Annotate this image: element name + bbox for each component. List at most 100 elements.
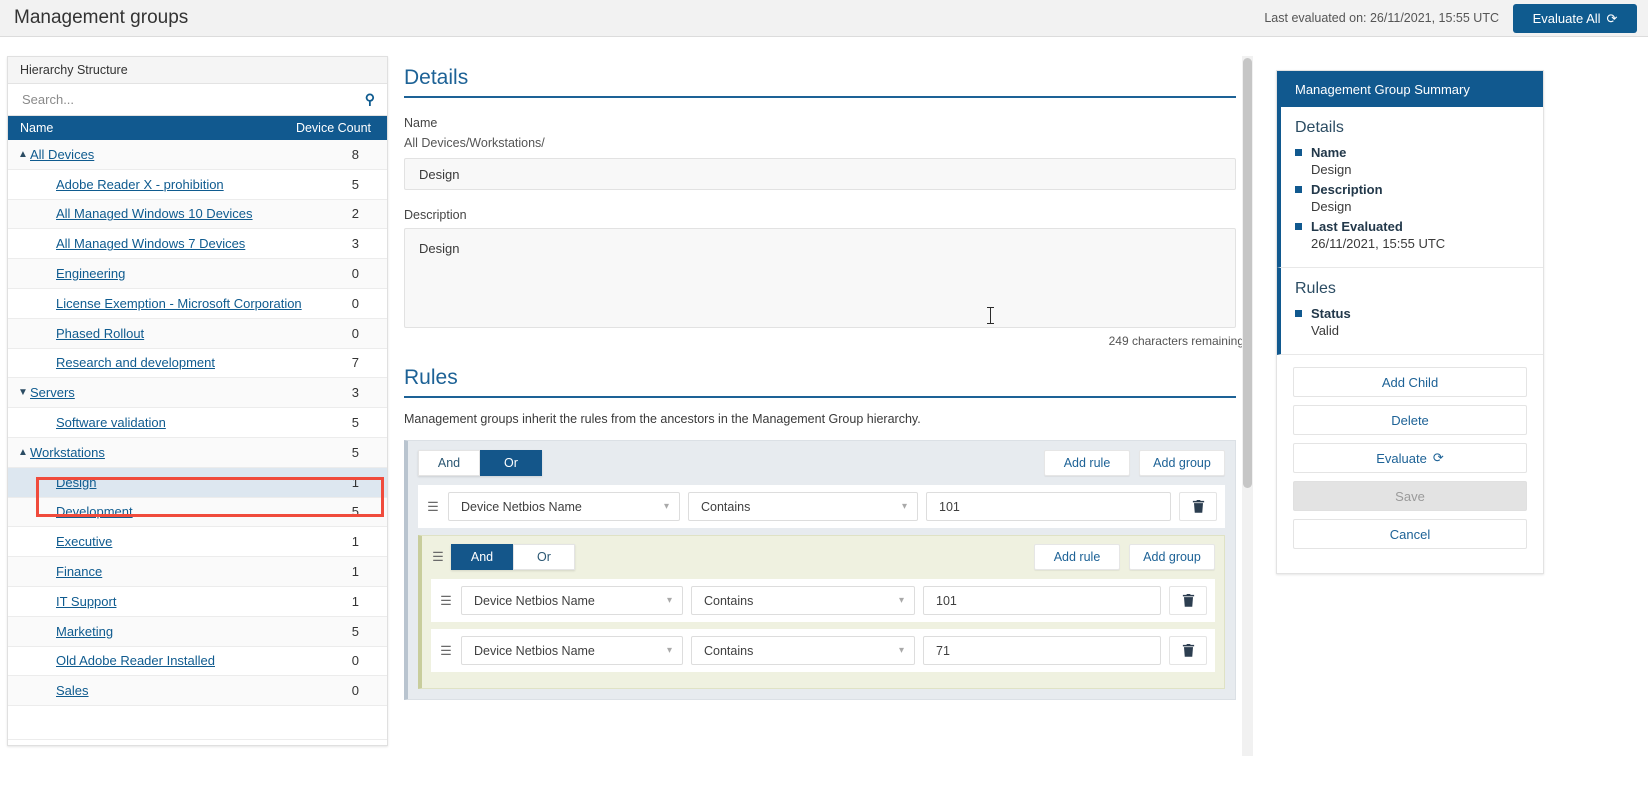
summary-rule-item-key-row: Status [1295, 306, 1543, 321]
rule-operator-select[interactable]: Contains ▾ [691, 586, 915, 615]
tree-row-label[interactable]: Software validation [56, 415, 166, 430]
tree-row-label[interactable]: Finance [56, 564, 102, 579]
outer-and-button[interactable]: And [418, 450, 480, 476]
summary-detail-item-key: Name [1311, 145, 1347, 160]
rule-operator-value: Contains [704, 643, 754, 658]
rule-field-value: Device Netbios Name [474, 643, 595, 658]
description-textarea[interactable]: Design [404, 228, 1236, 328]
tree-row-label[interactable]: Phased Rollout [56, 326, 144, 341]
center-content: Details Name All Devices/Workstations/ D… [396, 56, 1252, 756]
search-icon[interactable]: ⚲ [365, 91, 375, 108]
evaluate-button[interactable]: Evaluate ⟳ [1293, 443, 1527, 473]
tree-row-device-count: 7 [351, 355, 359, 371]
chevron-down-icon[interactable]: ▼ [16, 387, 30, 398]
tree-row-label[interactable]: Engineering [56, 266, 125, 281]
tree-row[interactable]: ▲Sales0 [8, 676, 387, 707]
tree-row-label[interactable]: Servers [30, 385, 75, 400]
outer-add-rule-button[interactable]: Add rule [1044, 450, 1130, 476]
rule-delete-button[interactable] [1169, 586, 1207, 615]
outer-or-button[interactable]: Or [480, 450, 542, 476]
inner-group-toolbar: ☰ And Or Add rule Add group [431, 543, 1215, 571]
summary-detail-item: Description Design [1295, 182, 1543, 214]
rule-drag-handle[interactable]: ☰ [439, 593, 453, 609]
tree-row-label[interactable]: Design [56, 475, 96, 490]
name-label: Name [404, 116, 438, 130]
button-label: Evaluate [1376, 450, 1427, 466]
rule-drag-handle[interactable]: ☰ [426, 499, 440, 515]
rule-value-input[interactable]: 101 [926, 492, 1171, 521]
inner-or-button[interactable]: Or [513, 544, 575, 570]
tree-row-label[interactable]: Workstations [30, 445, 105, 460]
rule-field-select[interactable]: Device Netbios Name ▾ [461, 636, 683, 665]
tree-row-label[interactable]: Executive [56, 534, 112, 549]
rule-value-input[interactable]: 101 [923, 586, 1161, 615]
outer-add-group-button[interactable]: Add group [1139, 450, 1225, 476]
search-input[interactable] [20, 91, 365, 108]
tree-row-label[interactable]: Old Adobe Reader Installed [56, 653, 215, 668]
tree-row-label[interactable]: Development [56, 504, 133, 519]
tree-row[interactable]: ▲Development5 [8, 497, 387, 528]
rule-operator-select[interactable]: Contains ▾ [688, 492, 918, 521]
rule-delete-button[interactable] [1169, 636, 1207, 665]
add-child-button[interactable]: Add Child [1293, 367, 1527, 397]
tree-row-label[interactable]: Sales [56, 683, 89, 698]
tree-row-label[interactable]: All Managed Windows 7 Devices [56, 236, 245, 251]
tree-row[interactable]: ▲Executive1 [8, 527, 387, 558]
tree-row[interactable]: ▲ Workstations 5 [8, 437, 387, 468]
tree-row-device-count: 0 [351, 266, 359, 282]
tree-row[interactable]: ▲Engineering0 [8, 259, 387, 289]
rule-field-select[interactable]: Device Netbios Name ▾ [448, 492, 680, 521]
tree-row[interactable]: ▲Software validation5 [8, 408, 387, 438]
tree-row[interactable]: ▲Finance1 [8, 557, 387, 587]
summary-detail-item-key-row: Last Evaluated [1295, 219, 1543, 234]
tree-row[interactable]: ▲All Managed Windows 10 Devices2 [8, 199, 387, 230]
center-scrollbar-thumb[interactable] [1243, 58, 1252, 488]
tree-row-label[interactable]: All Devices [30, 147, 94, 162]
tree-row[interactable]: ▲Design1 [8, 467, 387, 498]
center-scrollbar[interactable] [1242, 56, 1253, 756]
rules-note: Management groups inherit the rules from… [404, 412, 921, 426]
evaluate-all-button[interactable]: Evaluate All ⟳ [1513, 3, 1637, 33]
tree-row-device-count: 1 [351, 474, 359, 490]
tree-row[interactable]: ▲Phased Rollout0 [8, 318, 387, 349]
query-builder-outer-group: And Or Add rule Add group ☰ Device Netbio… [404, 440, 1236, 700]
inner-and-button[interactable]: And [451, 544, 513, 570]
outer-group-logic-toggle: And Or [418, 450, 542, 476]
chevron-down-icon: ▾ [666, 645, 672, 656]
tree-row[interactable]: ▲All Managed Windows 7 Devices3 [8, 229, 387, 260]
tree-row-label[interactable]: Adobe Reader X - prohibition [56, 177, 224, 192]
summary-details-heading: Details [1295, 119, 1344, 136]
rule-delete-button[interactable] [1179, 492, 1217, 521]
chevron-down-icon: ▾ [898, 645, 904, 656]
tree-row-device-count: 2 [351, 206, 359, 222]
inner-add-rule-button[interactable]: Add rule [1034, 544, 1120, 570]
chevron-up-icon[interactable]: ▲ [16, 447, 30, 458]
tree-row-label[interactable]: License Exemption - Microsoft Corporatio… [56, 296, 302, 311]
summary-detail-item-key-row: Description [1295, 182, 1543, 197]
inner-add-group-button[interactable]: Add group [1129, 544, 1215, 570]
rule-row: ☰ Device Netbios Name ▾ Contains ▾ 101 [431, 579, 1215, 622]
rule-value-input[interactable]: 71 [923, 636, 1161, 665]
rule-drag-handle[interactable]: ☰ [439, 643, 453, 659]
tree-row[interactable]: ▼ Servers 3 [8, 378, 387, 409]
name-input[interactable]: Design [404, 158, 1236, 190]
tree-row[interactable]: ▲IT Support1 [8, 587, 387, 617]
tree-row-label[interactable]: Marketing [56, 624, 113, 639]
rule-operator-select[interactable]: Contains ▾ [691, 636, 915, 665]
tree-row[interactable]: ▲Old Adobe Reader Installed0 [8, 647, 387, 677]
tree-row[interactable]: ▲Marketing5 [8, 616, 387, 647]
tree-row-label[interactable]: All Managed Windows 10 Devices [56, 206, 253, 221]
tree-row[interactable]: ▲Research and development7 [8, 349, 387, 379]
tree-row-label[interactable]: IT Support [56, 594, 116, 609]
tree-row-label[interactable]: Research and development [56, 355, 215, 370]
chevron-up-icon[interactable]: ▲ [16, 149, 30, 160]
delete-button[interactable]: Delete [1293, 405, 1527, 435]
cancel-button[interactable]: Cancel [1293, 519, 1527, 549]
tree-row[interactable]: ▲License Exemption - Microsoft Corporati… [8, 289, 387, 319]
tree-row[interactable]: ▲ All Devices 8 [8, 140, 387, 170]
rule-field-select[interactable]: Device Netbios Name ▾ [461, 586, 683, 615]
hierarchy-panel-title: Hierarchy Structure [8, 57, 387, 84]
inner-group-drag-handle[interactable]: ☰ [431, 549, 445, 565]
bullet-icon [1295, 223, 1302, 230]
tree-row[interactable]: ▲Adobe Reader X - prohibition5 [8, 170, 387, 200]
